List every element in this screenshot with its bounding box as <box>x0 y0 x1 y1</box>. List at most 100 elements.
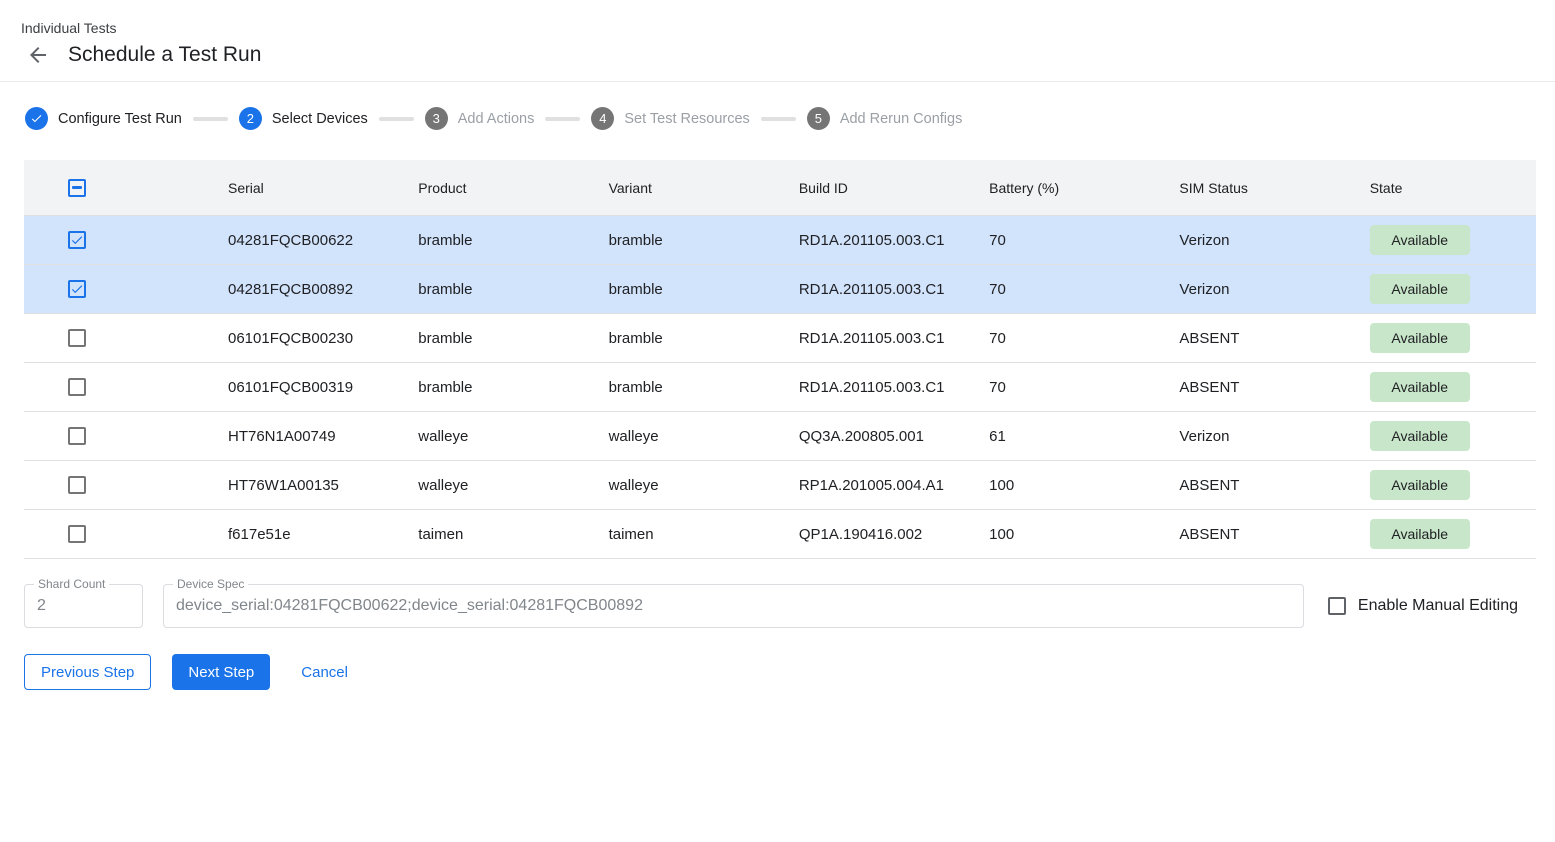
device-spec-label: Device Spec <box>173 577 248 591</box>
check-icon <box>30 112 43 125</box>
cell-sim: ABSENT <box>1155 379 1345 396</box>
column-header-serial: Serial <box>204 180 394 196</box>
column-header-product: Product <box>394 180 584 196</box>
cell-build-id: RP1A.201005.004.A1 <box>775 477 965 494</box>
fields-row: Shard Count 2 Device Spec device_serial:… <box>24 584 1531 628</box>
cell-battery: 100 <box>965 477 1155 494</box>
column-header-battery: Battery (%) <box>965 180 1155 196</box>
breadcrumb: Individual Tests <box>21 20 1531 36</box>
cell-build-id: RD1A.201105.003.C1 <box>775 330 965 347</box>
table-row[interactable]: f617e51e taimen taimen QP1A.190416.002 1… <box>24 510 1536 559</box>
back-button[interactable] <box>26 43 50 67</box>
row-checkbox[interactable] <box>68 231 86 249</box>
column-header-state: State <box>1346 180 1536 196</box>
step-label: Add Rerun Configs <box>840 111 963 127</box>
column-header-build-id: Build ID <box>775 180 965 196</box>
table-row[interactable]: HT76N1A00749 walleye walleye QQ3A.200805… <box>24 412 1536 461</box>
table-row[interactable]: 06101FQCB00230 bramble bramble RD1A.2011… <box>24 314 1536 363</box>
page-title: Schedule a Test Run <box>68 43 261 67</box>
table-header-row: Serial Product Variant Build ID Battery … <box>24 160 1536 216</box>
action-buttons: Previous Step Next Step Cancel <box>24 654 1531 690</box>
table-row[interactable]: 04281FQCB00622 bramble bramble RD1A.2011… <box>24 216 1536 265</box>
cell-product: bramble <box>394 379 584 396</box>
step-connector <box>761 117 796 121</box>
next-step-button[interactable]: Next Step <box>172 654 270 690</box>
enable-manual-editing-checkbox[interactable] <box>1328 597 1346 615</box>
cell-build-id: RD1A.201105.003.C1 <box>775 379 965 396</box>
cell-serial: HT76N1A00749 <box>204 428 394 445</box>
cell-variant: bramble <box>585 281 775 298</box>
cell-sim: Verizon <box>1155 232 1345 249</box>
state-badge: Available <box>1370 274 1470 304</box>
cell-product: bramble <box>394 330 584 347</box>
stepper-step-1[interactable]: Configure Test Run <box>25 107 182 130</box>
cell-variant: taimen <box>585 526 775 543</box>
state-badge: Available <box>1370 225 1470 255</box>
step-connector <box>379 117 414 121</box>
enable-manual-editing-label: Enable Manual Editing <box>1358 597 1518 615</box>
cell-variant: walleye <box>585 477 775 494</box>
row-checkbox[interactable] <box>68 329 86 347</box>
table-row[interactable]: 04281FQCB00892 bramble bramble RD1A.2011… <box>24 265 1536 314</box>
step-connector <box>545 117 580 121</box>
previous-step-button[interactable]: Previous Step <box>24 654 151 690</box>
cancel-button[interactable]: Cancel <box>285 654 364 690</box>
cell-serial: f617e51e <box>204 526 394 543</box>
column-header-sim: SIM Status <box>1155 180 1345 196</box>
step-label: Set Test Resources <box>624 111 749 127</box>
step-indicator: 5 <box>807 107 830 130</box>
column-header-variant: Variant <box>585 180 775 196</box>
cell-product: walleye <box>394 428 584 445</box>
cell-serial: 04281FQCB00622 <box>204 232 394 249</box>
stepper: Configure Test Run 2 Select Devices 3 Ad… <box>25 107 1555 130</box>
stepper-step-3[interactable]: 3 Add Actions <box>425 107 535 130</box>
arrow-back-icon <box>26 43 50 67</box>
cell-product: taimen <box>394 526 584 543</box>
row-checkbox[interactable] <box>68 427 86 445</box>
page-header: Individual Tests Schedule a Test Run <box>0 0 1555 81</box>
device-spec-field: Device Spec device_serial:04281FQCB00622… <box>163 584 1304 628</box>
row-checkbox[interactable] <box>68 378 86 396</box>
indeterminate-dash-icon <box>72 186 82 189</box>
state-badge: Available <box>1370 323 1470 353</box>
cell-variant: bramble <box>585 330 775 347</box>
row-checkbox[interactable] <box>68 280 86 298</box>
cell-product: walleye <box>394 477 584 494</box>
cell-sim: Verizon <box>1155 428 1345 445</box>
enable-manual-editing-control[interactable]: Enable Manual Editing <box>1328 597 1531 615</box>
cell-battery: 70 <box>965 379 1155 396</box>
cell-build-id: RD1A.201105.003.C1 <box>775 232 965 249</box>
select-all-checkbox[interactable] <box>68 179 86 197</box>
cell-build-id: QQ3A.200805.001 <box>775 428 965 445</box>
stepper-step-2[interactable]: 2 Select Devices <box>239 107 368 130</box>
stepper-step-4[interactable]: 4 Set Test Resources <box>591 107 749 130</box>
step-indicator: 3 <box>425 107 448 130</box>
state-badge: Available <box>1370 372 1470 402</box>
row-checkbox[interactable] <box>68 476 86 494</box>
cell-battery: 70 <box>965 232 1155 249</box>
shard-count-field: Shard Count 2 <box>24 584 143 628</box>
cell-sim: ABSENT <box>1155 526 1345 543</box>
table-row[interactable]: 06101FQCB00319 bramble bramble RD1A.2011… <box>24 363 1536 412</box>
step-indicator: 2 <box>239 107 262 130</box>
cell-sim: ABSENT <box>1155 477 1345 494</box>
cell-sim: ABSENT <box>1155 330 1345 347</box>
table-row[interactable]: HT76W1A00135 walleye walleye RP1A.201005… <box>24 461 1536 510</box>
cell-build-id: RD1A.201105.003.C1 <box>775 281 965 298</box>
row-checkbox[interactable] <box>68 525 86 543</box>
device-table: Serial Product Variant Build ID Battery … <box>24 160 1536 559</box>
cell-battery: 70 <box>965 281 1155 298</box>
cell-serial: HT76W1A00135 <box>204 477 394 494</box>
cell-serial: 06101FQCB00230 <box>204 330 394 347</box>
cell-variant: bramble <box>585 379 775 396</box>
cell-serial: 04281FQCB00892 <box>204 281 394 298</box>
cell-variant: bramble <box>585 232 775 249</box>
cell-battery: 70 <box>965 330 1155 347</box>
state-badge: Available <box>1370 470 1470 500</box>
stepper-step-5[interactable]: 5 Add Rerun Configs <box>807 107 963 130</box>
shard-count-value: 2 <box>25 597 58 615</box>
cell-product: bramble <box>394 281 584 298</box>
check-icon <box>70 233 84 247</box>
step-label: Select Devices <box>272 111 368 127</box>
state-badge: Available <box>1370 519 1470 549</box>
